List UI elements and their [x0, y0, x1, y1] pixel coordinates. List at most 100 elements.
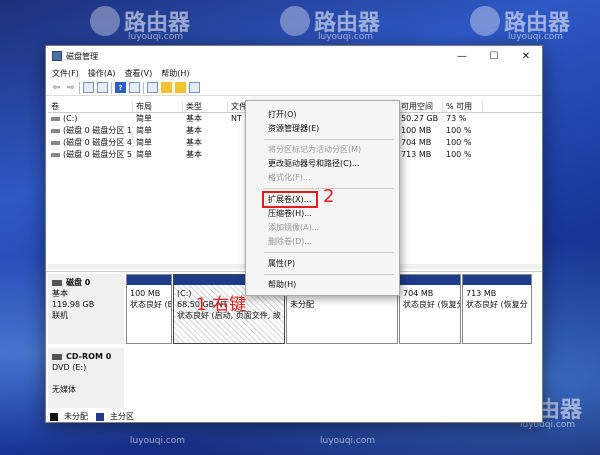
minimize-button[interactable]: — — [446, 46, 478, 66]
close-button[interactable]: ✕ — [510, 46, 542, 66]
volume-name: (磁盘 0 磁盘分区 1) — [63, 126, 133, 135]
volume-icon — [51, 128, 60, 133]
partition-bar — [127, 275, 171, 285]
menu-view[interactable]: 查看(V) — [125, 68, 153, 79]
volume-layout: 简单 — [136, 138, 152, 147]
help-icon[interactable]: ? — [115, 82, 126, 93]
menu-separator — [264, 274, 394, 275]
partition-status: 状态良好 (恢复分 — [466, 300, 528, 309]
disk-status: 联机 — [52, 311, 68, 320]
disk-yellow-icon[interactable] — [175, 82, 186, 93]
cdrom-icon — [52, 353, 62, 360]
menu-file[interactable]: 文件(F) — [52, 68, 79, 79]
partition-size: 713 MB — [466, 289, 497, 298]
menu-separator — [264, 252, 394, 253]
menu-separator — [264, 139, 394, 140]
back-arrow-icon[interactable]: ⇦ — [51, 82, 62, 93]
volume-percent-free: 100 % — [446, 138, 472, 147]
volume-free-space: 713 MB — [401, 150, 432, 159]
toolbar-separator — [79, 81, 80, 94]
column-header-type[interactable]: 类型 — [183, 101, 228, 112]
folder-icon[interactable] — [161, 82, 172, 93]
partition-status: 状态良好 (恢复分 — [403, 300, 460, 309]
watermark-url: luyouqi.com — [508, 32, 564, 42]
partition-recovery-4[interactable]: 704 MB 状态良好 (恢复分 — [399, 274, 461, 344]
menu-item-open[interactable]: 打开(O) — [268, 109, 297, 121]
forward-arrow-icon[interactable]: ⇨ — [65, 82, 76, 93]
volume-type: 基本 — [186, 114, 202, 123]
menu-item-add-mirror: 添加镜像(A)... — [268, 223, 320, 232]
volume-layout: 简单 — [136, 126, 152, 135]
properties-icon[interactable] — [129, 82, 140, 93]
menu-item-properties[interactable]: 属性(P) — [268, 258, 295, 270]
disk-management-app-icon — [52, 51, 62, 61]
menu-help[interactable]: 帮助(H) — [161, 68, 189, 79]
window-title: 磁盘管理 — [66, 51, 98, 61]
watermark-logo-icon — [90, 6, 120, 36]
console-tree-icon[interactable] — [83, 82, 94, 93]
cdrom-kind: DVD (E:) — [52, 363, 87, 372]
partition-bar — [400, 275, 460, 285]
partition-efi[interactable]: 100 MB 状态良好 (EFI — [126, 274, 172, 344]
menu-item-change-letter[interactable]: 更改驱动器号和路径(C)... — [268, 158, 359, 170]
partition-bar — [463, 275, 531, 285]
cdrom-status: 无媒体 — [52, 385, 76, 394]
disk-size: 119.98 GB — [52, 300, 95, 309]
watermark-url: luyouqi.com — [320, 436, 376, 446]
menu-item-explorer[interactable]: 资源管理器(E) — [268, 123, 319, 135]
toolbar: ⇦ ⇨ ? — [46, 80, 542, 96]
legend: 未分配 主分区 — [50, 411, 134, 422]
list-view-icon[interactable] — [97, 82, 108, 93]
watermark-logo-icon — [280, 6, 310, 36]
watermark-url: luyouqi.com — [318, 32, 374, 42]
watermark-url: luyouqi.com — [128, 32, 184, 42]
volume-type: 基本 — [186, 150, 202, 159]
legend-primary-label: 主分区 — [110, 412, 134, 421]
menu-item-delete: 删除卷(D)... — [268, 237, 313, 246]
legend-unallocated-label: 未分配 — [64, 412, 88, 421]
legend-unallocated-swatch — [50, 412, 58, 421]
settings-icon[interactable] — [189, 82, 200, 93]
legend-primary-swatch — [96, 412, 104, 421]
menu-item-help[interactable]: 帮助(H) — [268, 279, 296, 291]
column-header-volume[interactable]: 卷 — [48, 101, 133, 112]
volume-free-space: 100 MB — [401, 126, 432, 135]
volume-icon — [51, 140, 60, 145]
menu-item-shrink[interactable]: 压缩卷(H)... — [268, 208, 312, 220]
volume-icon — [51, 152, 60, 157]
volume-icon — [51, 116, 60, 121]
partition-size: 100 MB — [130, 289, 161, 298]
disk-kind: 基本 — [52, 289, 68, 298]
volume-type: 基本 — [186, 126, 202, 135]
volume-name: (C:) — [63, 114, 78, 123]
toolbar-separator — [111, 81, 112, 94]
rescan-icon[interactable] — [147, 82, 158, 93]
volume-percent-free: 100 % — [446, 126, 472, 135]
cdrom-name: CD-ROM 0 — [66, 352, 112, 361]
volume-free-space: 704 MB — [401, 138, 432, 147]
volume-name: (磁盘 0 磁盘分区 4) — [63, 138, 133, 147]
partition-recovery-5[interactable]: 713 MB 状态良好 (恢复分 — [462, 274, 532, 344]
watermark-logo-icon — [470, 6, 500, 36]
menu-bar: 文件(F) 操作(A) 查看(V) 帮助(H) — [46, 66, 190, 80]
column-header-layout[interactable]: 布局 — [133, 101, 183, 112]
partition-status: 未分配 — [290, 300, 314, 309]
volume-percent-free: 73 % — [446, 114, 467, 123]
column-header-free-space[interactable]: 可用空间 — [398, 101, 443, 112]
disk-icon — [52, 279, 62, 286]
menu-item-format: 格式化(F)... — [268, 173, 311, 182]
right-click-annotation: 1 右键 — [196, 295, 247, 315]
step-2-annotation: 2 — [323, 186, 335, 207]
menu-action[interactable]: 操作(A) — [88, 68, 116, 79]
cdrom-label[interactable]: CD-ROM 0 DVD (E:) 无媒体 — [48, 348, 124, 408]
maximize-button[interactable]: ☐ — [478, 46, 510, 66]
watermark-url: luyouqi.com — [130, 436, 186, 446]
disk-0-label[interactable]: 磁盘 0 基本 119.98 GB 联机 — [48, 274, 124, 344]
column-header-percent-free[interactable]: % 可用 — [443, 101, 483, 112]
toolbar-separator — [143, 81, 144, 94]
extend-volume-highlight — [262, 191, 318, 208]
partition-status: 状态良好 (EFI — [130, 300, 171, 309]
volume-type: 基本 — [186, 138, 202, 147]
title-bar[interactable]: 磁盘管理 — ☐ ✕ — [46, 46, 542, 66]
disk-name: 磁盘 0 — [66, 278, 91, 287]
